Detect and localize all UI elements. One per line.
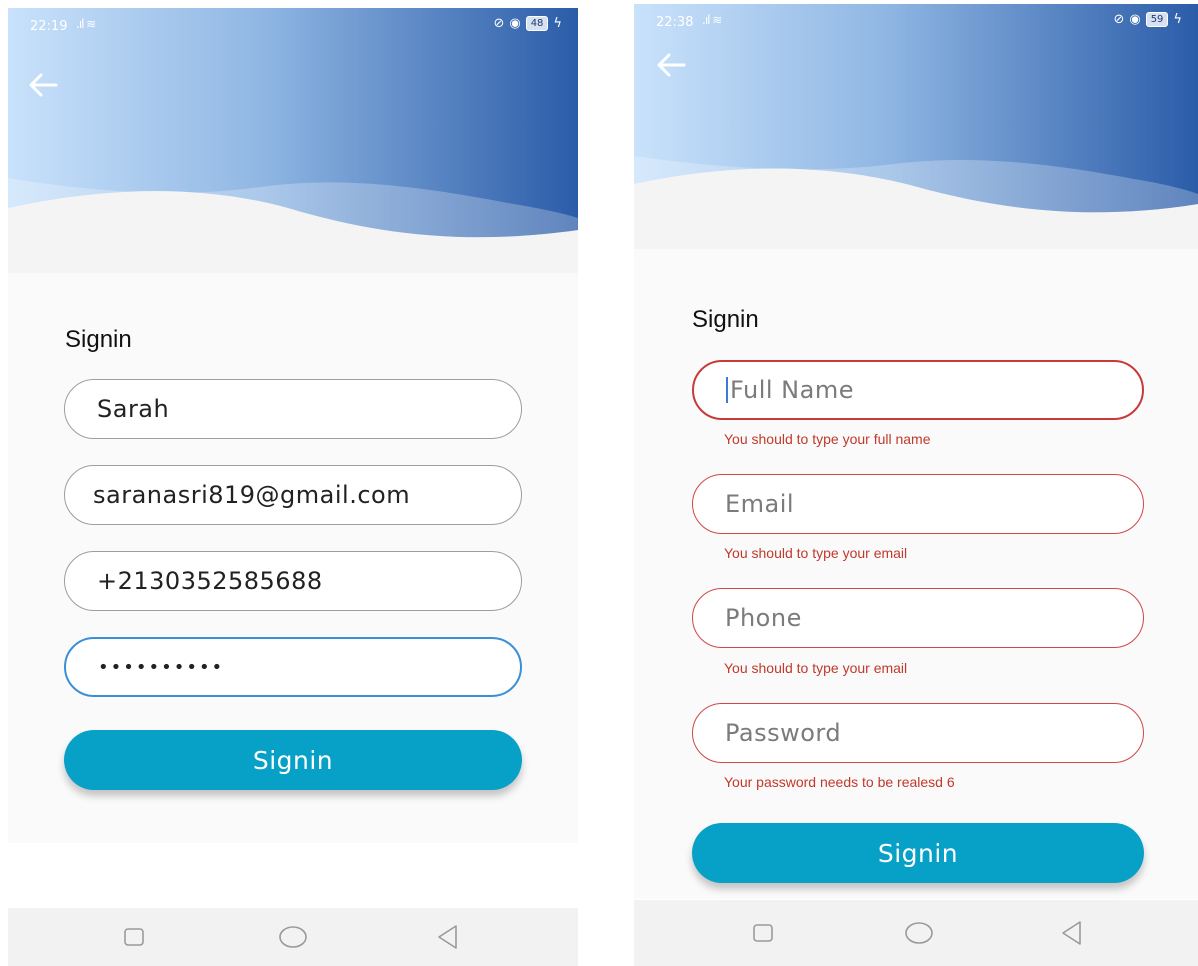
status-bar: 22:38 .ıl ≋ ⊘ ◉ 59 ϟ bbox=[634, 4, 1198, 38]
recent-apps-icon[interactable] bbox=[752, 922, 774, 948]
charging-icon: ϟ bbox=[1173, 12, 1182, 27]
email-error: You should to type your email bbox=[724, 545, 908, 561]
fullname-placeholder: Full Name bbox=[730, 376, 854, 404]
battery-level: 59 bbox=[1145, 12, 1169, 27]
nav-bar bbox=[8, 908, 578, 966]
home-icon[interactable] bbox=[278, 925, 308, 953]
charging-icon: ϟ bbox=[553, 16, 562, 31]
password-error: Your password needs to be realesd 6 bbox=[724, 774, 955, 790]
lock-icon: ◉ bbox=[1129, 12, 1141, 27]
phone-error: You should to type your email bbox=[724, 660, 908, 676]
back-triangle-icon[interactable] bbox=[436, 924, 460, 954]
phone-field[interactable]: Phone bbox=[692, 588, 1144, 648]
lock-icon: ◉ bbox=[509, 16, 521, 31]
password-field[interactable]: •••••••••• bbox=[64, 637, 522, 697]
right-phone-screen: 22:38 .ıl ≋ ⊘ ◉ 59 ϟ Signin Full Name Yo… bbox=[634, 4, 1198, 966]
header-banner bbox=[634, 4, 1198, 249]
home-icon[interactable] bbox=[904, 921, 934, 949]
email-field[interactable]: Email bbox=[692, 474, 1144, 534]
status-bar: 22:19 .ıl ≋ ⊘ ◉ 48 ϟ bbox=[8, 8, 578, 42]
recent-apps-icon[interactable] bbox=[123, 926, 145, 952]
password-field[interactable]: Password bbox=[692, 703, 1144, 763]
page-title: Signin bbox=[65, 326, 132, 353]
fullname-field[interactable]: Sarah bbox=[64, 379, 522, 439]
fullname-error: You should to type your full name bbox=[724, 431, 931, 447]
email-field[interactable]: saranasri819@gmail.com bbox=[64, 465, 522, 525]
fullname-field[interactable]: Full Name bbox=[692, 360, 1144, 420]
back-triangle-icon[interactable] bbox=[1060, 920, 1084, 950]
phone-field[interactable]: +2130352585688 bbox=[64, 551, 522, 611]
header-banner bbox=[8, 8, 578, 273]
status-time: 22:38 bbox=[656, 15, 694, 30]
status-time: 22:19 bbox=[30, 19, 68, 34]
signal-wifi-icon: .ıl ≋ bbox=[702, 13, 722, 27]
signal-wifi-icon: .ıl ≋ bbox=[76, 17, 96, 31]
signin-button[interactable]: Signin bbox=[64, 730, 522, 790]
text-caret bbox=[726, 377, 728, 403]
left-phone-screen: 22:19 .ıl ≋ ⊘ ◉ 48 ϟ Signin Sarah sarana… bbox=[8, 8, 578, 966]
arrow-left-icon[interactable] bbox=[656, 52, 686, 82]
form-area bbox=[634, 249, 1198, 899]
nav-bar bbox=[634, 900, 1198, 966]
signin-button[interactable]: Signin bbox=[692, 823, 1144, 883]
arrow-left-icon[interactable] bbox=[28, 72, 58, 102]
page-title: Signin bbox=[692, 306, 759, 333]
mute-icon: ⊘ bbox=[1113, 12, 1125, 27]
battery-level: 48 bbox=[525, 16, 549, 31]
mute-icon: ⊘ bbox=[493, 16, 505, 31]
